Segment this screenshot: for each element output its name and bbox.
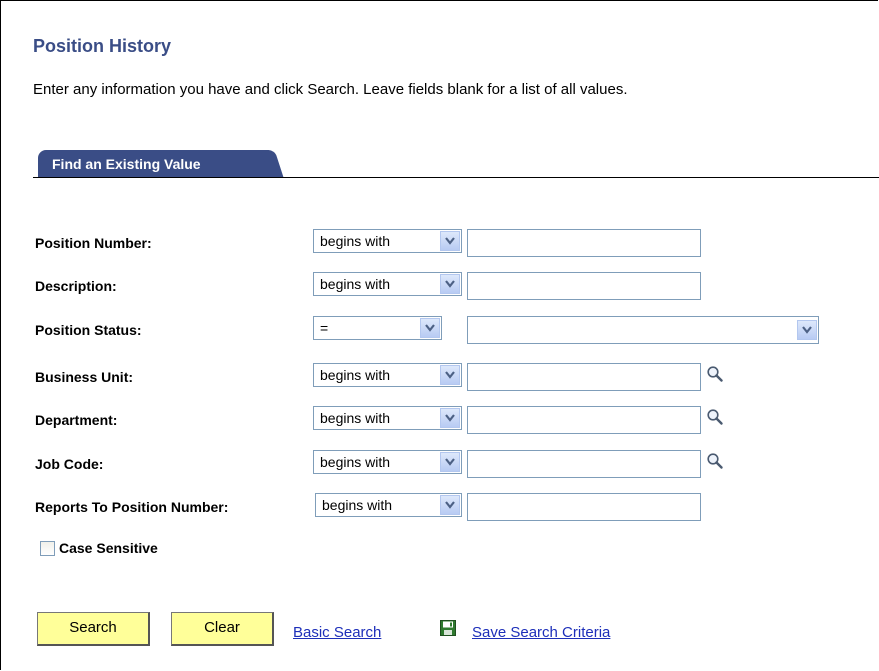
job-code-input[interactable] — [467, 450, 701, 478]
field-row-position-status: Position Status: = — [0, 314, 879, 344]
reports-to-position-number-label: Reports To Position Number: — [35, 499, 229, 515]
search-button[interactable]: Search — [37, 612, 150, 646]
position-number-label: Position Number: — [35, 235, 152, 251]
save-search-criteria-link[interactable]: Save Search Criteria — [472, 624, 610, 641]
operator-value: begins with — [320, 454, 391, 470]
description-input[interactable] — [467, 272, 701, 300]
position-status-operator-select[interactable]: = — [313, 316, 442, 340]
case-sensitive-checkbox[interactable] — [40, 541, 55, 556]
job-code-label: Job Code: — [35, 456, 104, 472]
field-row-position-number: Position Number: begins with — [0, 227, 879, 257]
chevron-down-icon[interactable] — [440, 231, 460, 251]
operator-value: begins with — [322, 497, 393, 513]
field-row-job-code: Job Code: begins with — [0, 448, 879, 478]
case-sensitive-label: Case Sensitive — [59, 540, 158, 556]
chevron-down-icon[interactable] — [440, 365, 460, 385]
operator-value: begins with — [320, 410, 391, 426]
instructions-text: Enter any information you have and click… — [33, 81, 628, 98]
position-number-operator-select[interactable]: begins with — [313, 229, 462, 253]
operator-value: begins with — [320, 367, 391, 383]
position-status-value-select[interactable] — [467, 316, 819, 344]
description-label: Description: — [35, 278, 117, 294]
operator-value: begins with — [320, 233, 391, 249]
chevron-down-icon[interactable] — [440, 452, 460, 472]
field-row-reports-to-position-number: Reports To Position Number: begins with — [0, 491, 879, 521]
magnifier-icon[interactable] — [706, 408, 724, 426]
chevron-down-icon[interactable] — [797, 320, 817, 340]
operator-value: = — [320, 320, 329, 336]
department-input[interactable] — [467, 406, 701, 434]
business-unit-input[interactable] — [467, 363, 701, 391]
department-operator-select[interactable]: begins with — [313, 406, 462, 430]
reports-to-position-number-input[interactable] — [467, 493, 701, 521]
business-unit-operator-select[interactable]: begins with — [313, 363, 462, 387]
field-row-department: Department: begins with — [0, 404, 879, 434]
tab-label: Find an Existing Value — [52, 156, 201, 172]
description-operator-select[interactable]: begins with — [313, 272, 462, 296]
magnifier-icon[interactable] — [706, 452, 724, 470]
business-unit-label: Business Unit: — [35, 369, 134, 385]
department-label: Department: — [35, 412, 118, 428]
position-status-label: Position Status: — [35, 322, 142, 338]
field-row-description: Description: begins with — [0, 270, 879, 300]
chevron-down-icon[interactable] — [440, 274, 460, 294]
job-code-operator-select[interactable]: begins with — [313, 450, 462, 474]
floppy-disk-icon[interactable] — [440, 620, 456, 636]
operator-value: begins with — [320, 276, 391, 292]
position-number-input[interactable] — [467, 229, 701, 257]
field-row-business-unit: Business Unit: begins with — [0, 361, 879, 391]
chevron-down-icon[interactable] — [440, 408, 460, 428]
reports-to-position-number-operator-select[interactable]: begins with — [315, 493, 462, 517]
page-title: Position History — [33, 36, 172, 56]
basic-search-link[interactable]: Basic Search — [293, 624, 381, 641]
tab-find-existing-value[interactable]: Find an Existing Value — [38, 150, 274, 177]
chevron-down-icon[interactable] — [440, 495, 460, 515]
chevron-down-icon[interactable] — [420, 318, 440, 338]
tab-divider — [33, 177, 879, 178]
clear-button[interactable]: Clear — [171, 612, 274, 646]
magnifier-icon[interactable] — [706, 365, 724, 383]
